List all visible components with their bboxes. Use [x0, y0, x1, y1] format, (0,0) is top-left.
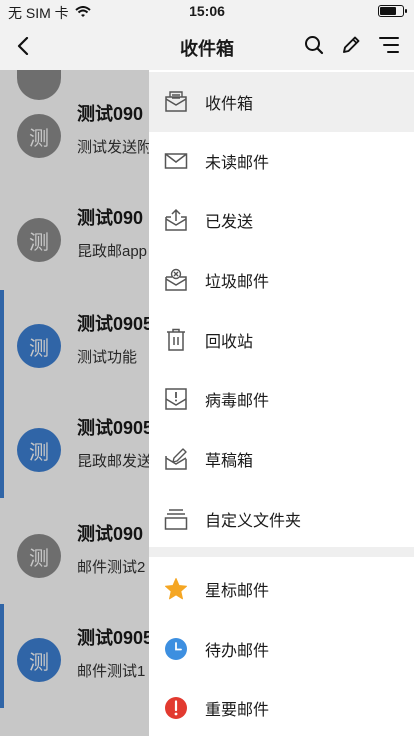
battery-icon — [378, 5, 407, 17]
pencil-icon[interactable] — [339, 33, 363, 57]
folder-label: 已发送 — [205, 214, 254, 231]
drawer-divider — [149, 547, 414, 557]
sent-icon — [164, 208, 188, 232]
folder-item-virus[interactable]: 病毒邮件 — [149, 369, 414, 429]
draft-icon — [164, 447, 188, 471]
folder-item-spam[interactable]: 垃圾邮件 — [149, 250, 414, 310]
folder-label: 回收站 — [205, 334, 254, 351]
folder-label: 草稿箱 — [205, 453, 254, 470]
envelope-icon — [164, 149, 188, 173]
folder-label: 病毒邮件 — [205, 393, 270, 410]
virus-mail-icon — [164, 387, 188, 411]
filter-icon[interactable] — [377, 33, 401, 57]
status-time: 15:06 — [189, 3, 225, 19]
folder-item-inbox[interactable]: 收件箱 — [149, 72, 414, 132]
folder-drawer: 收件箱 未读邮件 已发送 垃圾邮件 回收站 病毒邮件 草稿箱 自定义文件夹 星标… — [149, 70, 414, 736]
folder-item-sent[interactable]: 已发送 — [149, 190, 414, 250]
folder-item-trash[interactable]: 回收站 — [149, 310, 414, 370]
tag-label: 星标邮件 — [205, 583, 270, 600]
nav-bar: 收件箱 — [0, 22, 414, 70]
folder-item-drafts[interactable]: 草稿箱 — [149, 429, 414, 489]
folder-label: 未读邮件 — [205, 155, 270, 172]
important-icon — [164, 696, 188, 720]
folder-label: 自定义文件夹 — [205, 513, 302, 530]
tag-label: 待办邮件 — [205, 643, 270, 660]
tag-item-starred[interactable]: 星标邮件 — [149, 559, 414, 619]
status-bar: 无 SIM 卡 15:06 — [0, 0, 414, 22]
tag-item-important[interactable]: 重要邮件 — [149, 678, 414, 736]
star-icon — [164, 577, 188, 601]
folder-label: 垃圾邮件 — [205, 274, 270, 291]
tag-label: 重要邮件 — [205, 702, 270, 719]
folder-item-custom[interactable]: 自定义文件夹 — [149, 489, 414, 549]
tag-item-todo[interactable]: 待办邮件 — [149, 619, 414, 679]
folder-label: 收件箱 — [205, 96, 254, 113]
search-icon[interactable] — [302, 33, 326, 57]
clock-icon — [164, 637, 188, 661]
spam-icon — [164, 268, 188, 292]
inbox-icon — [164, 90, 188, 114]
trash-icon — [164, 328, 188, 352]
folder-icon — [164, 507, 188, 531]
folder-item-unread[interactable]: 未读邮件 — [149, 131, 414, 191]
